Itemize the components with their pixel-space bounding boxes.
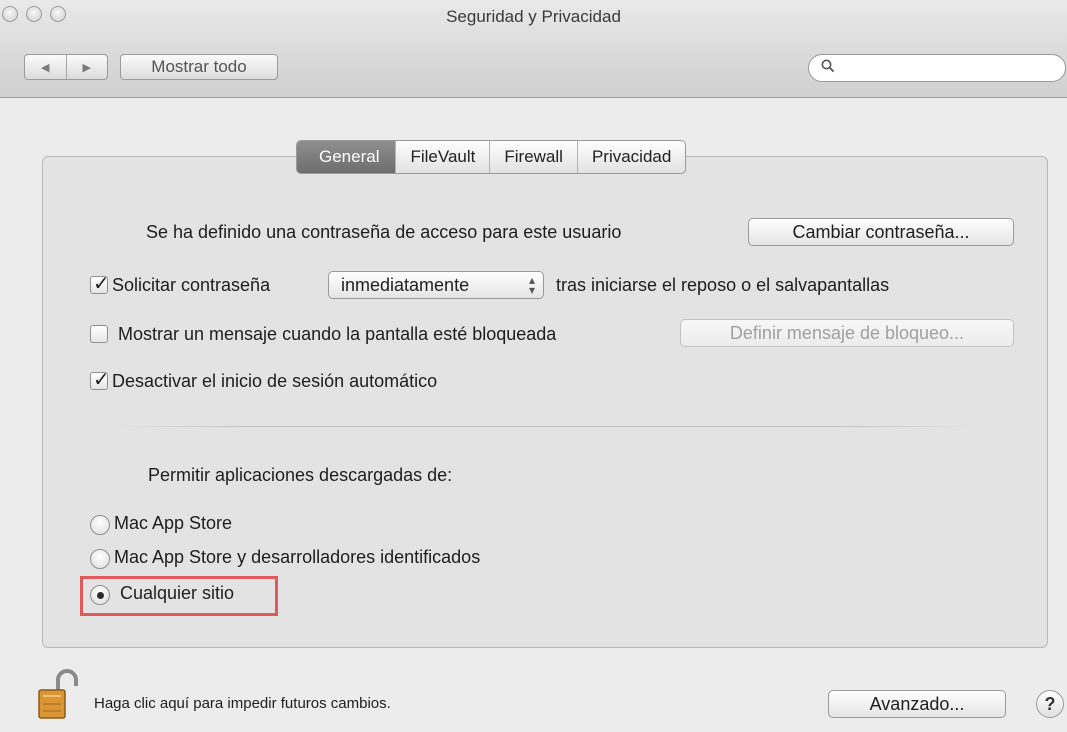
- tab-privacidad[interactable]: Privacidad: [576, 141, 685, 173]
- require-delay-select[interactable]: inmediatamente ▴ ▾: [328, 271, 544, 299]
- tab-filevault[interactable]: FileVault: [395, 141, 489, 173]
- advanced-button[interactable]: Avanzado...: [828, 690, 1006, 718]
- updown-arrows-icon: ▴ ▾: [528, 273, 535, 297]
- allow-apps-heading: Permitir aplicaciones descargadas de:: [148, 465, 453, 485]
- lock-icon[interactable]: [36, 668, 80, 720]
- radio-mac-app-store-label: Mac App Store: [114, 513, 233, 533]
- window-title: Seguridad y Privacidad: [446, 7, 621, 26]
- section-divider: [114, 426, 974, 427]
- search-icon: [821, 59, 835, 76]
- search-input[interactable]: [841, 58, 1055, 80]
- require-password-suffix: tras iniciarse el reposo o el salvapanta…: [556, 275, 890, 295]
- show-message-label: Mostrar un mensaje cuando la pantalla es…: [118, 324, 557, 344]
- show-message-checkbox[interactable]: [90, 325, 108, 343]
- require-password-label: Solicitar contraseña: [112, 275, 271, 295]
- help-button[interactable]: ?: [1036, 690, 1064, 718]
- password-set-label: Se ha definido una contraseña de acceso …: [146, 222, 622, 242]
- radio-selected-dot: [97, 592, 104, 599]
- require-password-checkbox[interactable]: ✓: [90, 273, 110, 295]
- checkmark-icon: ✓: [93, 273, 110, 295]
- radio-mac-app-store[interactable]: [90, 515, 110, 535]
- radio-identified-developers-label: Mac App Store y desarrolladores identifi…: [114, 547, 481, 567]
- tab-firewall[interactable]: Firewall: [489, 141, 577, 173]
- window-toolbar: Seguridad y Privacidad ◀ ▶ Mostrar todo: [0, 0, 1067, 98]
- back-forward-control: ◀ ▶: [24, 54, 108, 80]
- search-field[interactable]: [808, 54, 1066, 82]
- tab-general[interactable]: General: [297, 141, 396, 173]
- checkmark-icon: ✓: [93, 369, 110, 391]
- require-delay-value: inmediatamente: [341, 274, 470, 295]
- disable-autologin-label: Desactivar el inicio de sesión automátic…: [112, 371, 438, 391]
- chevron-left-icon[interactable]: ◀: [25, 55, 66, 79]
- tab-bar: General FileVault Firewall Privacidad: [296, 140, 687, 174]
- radio-identified-developers[interactable]: [90, 549, 110, 569]
- show-all-button[interactable]: Mostrar todo: [120, 54, 278, 80]
- lock-description: Haga clic aquí para impedir futuros camb…: [94, 695, 391, 712]
- change-password-button[interactable]: Cambiar contraseña...: [748, 218, 1014, 246]
- radio-anywhere-label: Cualquier sitio: [120, 583, 235, 603]
- disable-autologin-checkbox[interactable]: ✓: [90, 369, 110, 391]
- radio-anywhere[interactable]: [90, 585, 110, 605]
- chevron-right-icon[interactable]: ▶: [65, 55, 108, 79]
- set-lock-message-button[interactable]: Definir mensaje de bloqueo...: [680, 319, 1014, 347]
